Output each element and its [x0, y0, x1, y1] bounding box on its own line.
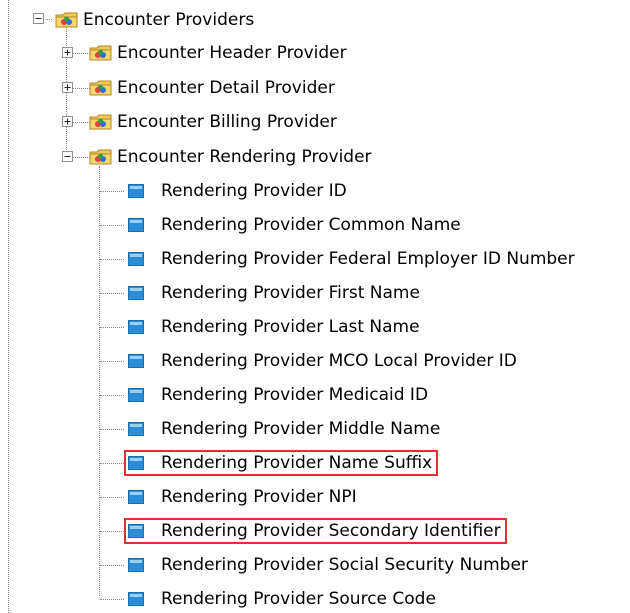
- tree-connector: [72, 122, 90, 123]
- field-icon: [128, 286, 144, 300]
- field-label: Rendering Provider ID: [161, 181, 347, 201]
- collapse-toggle[interactable]: [33, 13, 44, 24]
- tree-node-label: Encounter Rendering Provider: [117, 147, 372, 167]
- expand-toggle[interactable]: [62, 47, 73, 58]
- tree-connector: [100, 225, 124, 226]
- field-label: Rendering Provider Source Code: [161, 589, 436, 609]
- expand-toggle[interactable]: [62, 82, 73, 93]
- tree-connector: [100, 463, 124, 464]
- field-label: Rendering Provider Middle Name: [161, 419, 441, 439]
- folder-icon: [89, 148, 113, 166]
- folder-icon: [89, 113, 113, 131]
- field-label: Rendering Provider First Name: [161, 283, 420, 303]
- tree-connector: [100, 497, 124, 498]
- field-label: Rendering Provider Medicaid ID: [161, 385, 429, 405]
- tree-connector: [100, 395, 124, 396]
- tree-connector: [100, 327, 124, 328]
- tree-connector: [72, 53, 90, 54]
- field-label: Rendering Provider MCO Local Provider ID: [161, 351, 517, 371]
- tree-connector: [100, 259, 124, 260]
- tree-node-label: Encounter Providers: [83, 10, 255, 30]
- field-label: Rendering Provider Federal Employer ID N…: [161, 249, 575, 269]
- tree-node-label: Encounter Billing Provider: [117, 112, 337, 132]
- folder-icon: [89, 79, 113, 97]
- tree-node-label: Encounter Detail Provider: [117, 78, 335, 98]
- field-label: Rendering Provider Social Security Numbe…: [161, 555, 528, 575]
- collapse-toggle[interactable]: [62, 151, 73, 162]
- tree-connector: [100, 293, 124, 294]
- tree-connector: [100, 565, 124, 566]
- field-icon: [128, 218, 144, 232]
- tree-connector: [100, 361, 124, 362]
- expand-toggle[interactable]: [62, 116, 73, 127]
- field-icon: [128, 592, 144, 606]
- tree-connector: [100, 191, 124, 192]
- tree-connector: [100, 429, 124, 430]
- field-label: Rendering Provider Last Name: [161, 317, 420, 337]
- field-icon: [128, 388, 144, 402]
- tree-node-label: Encounter Header Provider: [117, 43, 347, 63]
- tree-connector: [100, 599, 124, 600]
- field-icon: [128, 422, 144, 436]
- field-icon: [128, 490, 144, 504]
- tree-connector: [72, 88, 90, 89]
- field-label: Rendering Provider Common Name: [161, 215, 461, 235]
- tree-connector: [100, 531, 124, 532]
- highlight-box: [124, 518, 507, 544]
- tree-guide-outer: [8, 0, 9, 613]
- folder-icon: [89, 44, 113, 62]
- folder-icon: [55, 11, 79, 29]
- field-icon: [128, 184, 144, 198]
- field-icon: [128, 320, 144, 334]
- field-icon: [128, 354, 144, 368]
- field-icon: [128, 252, 144, 266]
- field-icon: [128, 558, 144, 572]
- highlight-box: [124, 450, 438, 476]
- field-label: Rendering Provider NPI: [161, 487, 357, 507]
- tree-connector: [72, 157, 90, 158]
